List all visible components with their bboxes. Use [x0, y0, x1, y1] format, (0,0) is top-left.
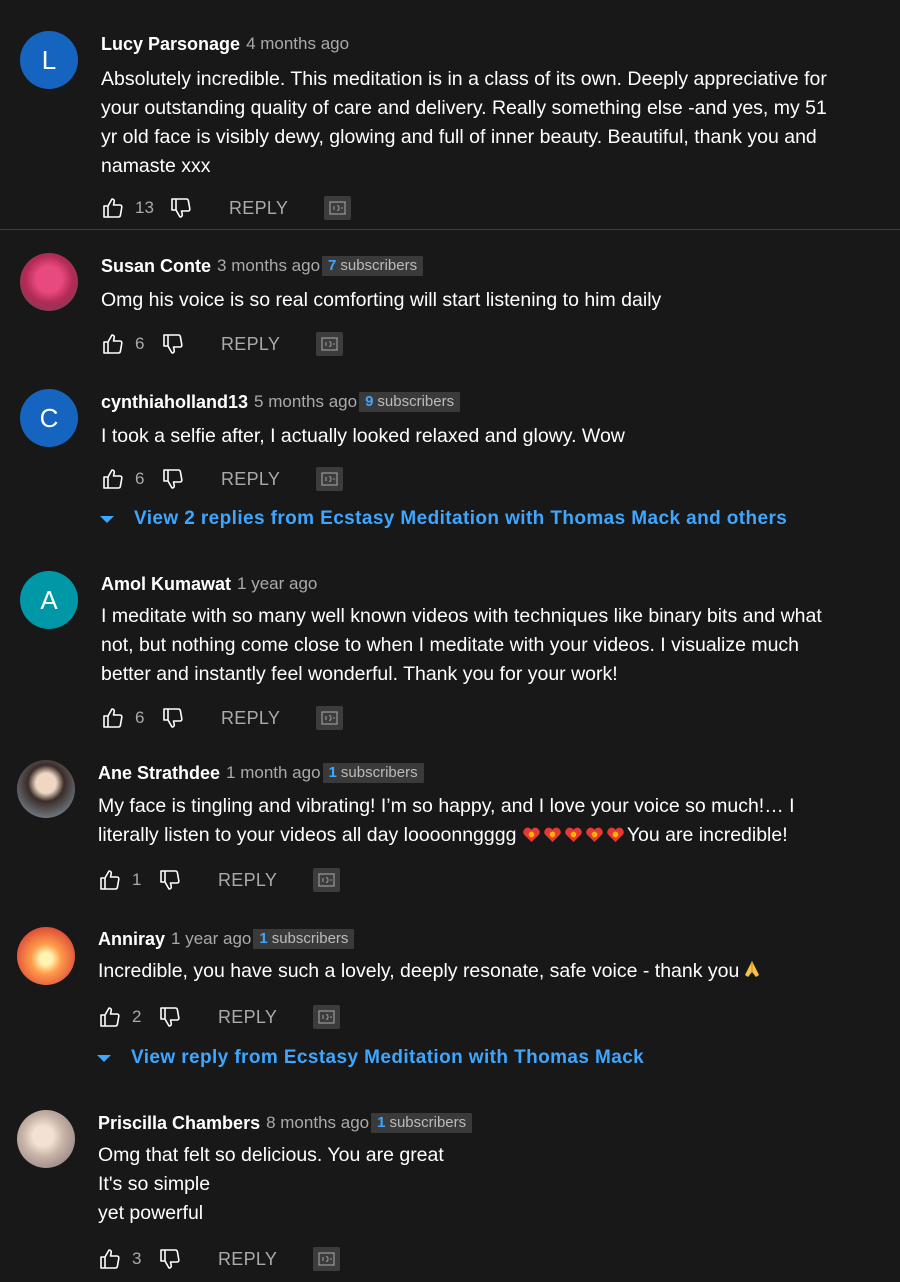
comment-text: Absolutely incredible. This meditation i…: [101, 68, 827, 177]
heart-icon: [586, 827, 603, 843]
comment-author[interactable]: Lucy Parsonage: [101, 34, 240, 55]
thumbs-up-icon[interactable]: [101, 706, 125, 730]
avatar[interactable]: [20, 253, 78, 311]
comment-time[interactable]: 1 year ago: [237, 574, 317, 594]
view-replies-button[interactable]: View 2 replies from Ecstasy Meditation w…: [100, 508, 787, 530]
thumbs-down-icon[interactable]: [158, 1247, 182, 1271]
avatar[interactable]: L: [20, 31, 78, 89]
view-replies-label: View reply from Ecstasy Meditation with …: [131, 1047, 645, 1068]
extension-icon[interactable]: [316, 706, 344, 730]
heart-icon: [607, 827, 624, 843]
thumbs-up-icon[interactable]: [101, 332, 125, 356]
comment-author[interactable]: cynthiaholland13: [101, 392, 248, 413]
view-replies-button[interactable]: View reply from Ecstasy Meditation with …: [97, 1047, 644, 1069]
subscriber-badge: 1 subscribers: [322, 763, 424, 783]
like-count: 6: [135, 334, 145, 353]
comment-author[interactable]: Anniray: [98, 929, 165, 950]
comment-author[interactable]: Susan Conte: [101, 256, 211, 277]
comment-actions: 13 REPLY: [101, 193, 352, 223]
subscriber-badge: 1 subscribers: [371, 1113, 473, 1133]
comment-text: Incredible, you have such a lovely, deep…: [98, 957, 882, 986]
thumbs-down-icon[interactable]: [158, 868, 182, 892]
extension-icon[interactable]: [313, 1247, 341, 1271]
extension-icon[interactable]: [316, 467, 344, 491]
thumbs-down-icon[interactable]: [169, 196, 193, 220]
comment-actions: 6 REPLY: [101, 464, 344, 494]
comment-text: My face is tingling and vibrating! I’m s…: [98, 795, 795, 846]
thumbs-up-icon[interactable]: [101, 467, 125, 491]
thumbs-down-icon[interactable]: [161, 332, 185, 356]
reply-button[interactable]: REPLY: [218, 1007, 277, 1028]
thumbs-down-icon[interactable]: [161, 706, 185, 730]
thumbs-up-icon[interactable]: [101, 196, 125, 220]
reply-button[interactable]: REPLY: [218, 1249, 277, 1270]
comment-text: I meditate with so many well known video…: [101, 605, 822, 685]
comment-time[interactable]: 4 months ago: [246, 34, 349, 54]
thumbs-down-icon[interactable]: [161, 467, 185, 491]
heart-icon: [544, 827, 561, 843]
comment-actions: 3 REPLY: [98, 1244, 341, 1274]
comment-text: Omg that felt so delicious. You are grea…: [98, 1144, 444, 1224]
reply-button[interactable]: REPLY: [221, 708, 280, 729]
reply-button[interactable]: REPLY: [221, 469, 280, 490]
extension-icon[interactable]: [313, 868, 341, 892]
comment-author[interactable]: Ane Strathdee: [98, 763, 220, 784]
thumbs-up-icon[interactable]: [98, 868, 122, 892]
caret-down-icon: [100, 515, 114, 523]
comment-time[interactable]: 1 month ago: [226, 763, 321, 783]
subscriber-badge: 9 subscribers: [359, 392, 461, 412]
comment-text: I took a selfie after, I actually looked…: [101, 425, 625, 447]
heart-icon: [565, 827, 582, 843]
comment-time[interactable]: 1 year ago: [171, 929, 251, 949]
subscriber-badge: 1 subscribers: [253, 929, 355, 949]
comment-time[interactable]: 8 months ago: [266, 1113, 369, 1133]
comment-time[interactable]: 5 months ago: [254, 392, 357, 412]
reply-button[interactable]: REPLY: [229, 198, 288, 219]
avatar[interactable]: [17, 760, 75, 818]
comment-divider: [0, 229, 900, 230]
comment-text: Omg his voice is so real comforting will…: [101, 289, 662, 311]
avatar[interactable]: A: [20, 571, 78, 629]
like-count: 6: [135, 469, 145, 488]
thumbs-down-icon[interactable]: [158, 1005, 182, 1029]
like-count: 6: [135, 708, 145, 727]
reply-button[interactable]: REPLY: [221, 334, 280, 355]
heart-icon: [523, 827, 540, 843]
comment-author[interactable]: Priscilla Chambers: [98, 1113, 260, 1134]
thumbs-up-icon[interactable]: [98, 1247, 122, 1271]
folded-hands-icon: [745, 961, 760, 977]
like-count: 2: [132, 1007, 142, 1026]
view-replies-label: View 2 replies from Ecstasy Meditation w…: [134, 508, 788, 529]
reply-button[interactable]: REPLY: [218, 870, 277, 891]
comment-actions: 1 REPLY: [98, 865, 341, 895]
avatar[interactable]: [17, 1110, 75, 1168]
extension-icon[interactable]: [316, 332, 344, 356]
comment-actions: 2 REPLY: [98, 1002, 341, 1032]
comment-actions: 6 REPLY: [101, 703, 344, 733]
like-count: 3: [132, 1249, 142, 1268]
thumbs-up-icon[interactable]: [98, 1005, 122, 1029]
extension-icon[interactable]: [324, 196, 352, 220]
avatar[interactable]: C: [20, 389, 78, 447]
comment-actions: 6 REPLY: [101, 329, 344, 359]
like-count: 13: [135, 198, 154, 217]
extension-icon[interactable]: [313, 1005, 341, 1029]
like-count: 1: [132, 870, 142, 889]
avatar[interactable]: [17, 927, 75, 985]
caret-down-icon: [97, 1054, 111, 1062]
subscriber-badge: 7 subscribers: [322, 256, 424, 276]
heart-emoji-row: [522, 824, 627, 846]
comment-author[interactable]: Amol Kumawat: [101, 574, 231, 595]
comment-time[interactable]: 3 months ago: [217, 256, 320, 276]
